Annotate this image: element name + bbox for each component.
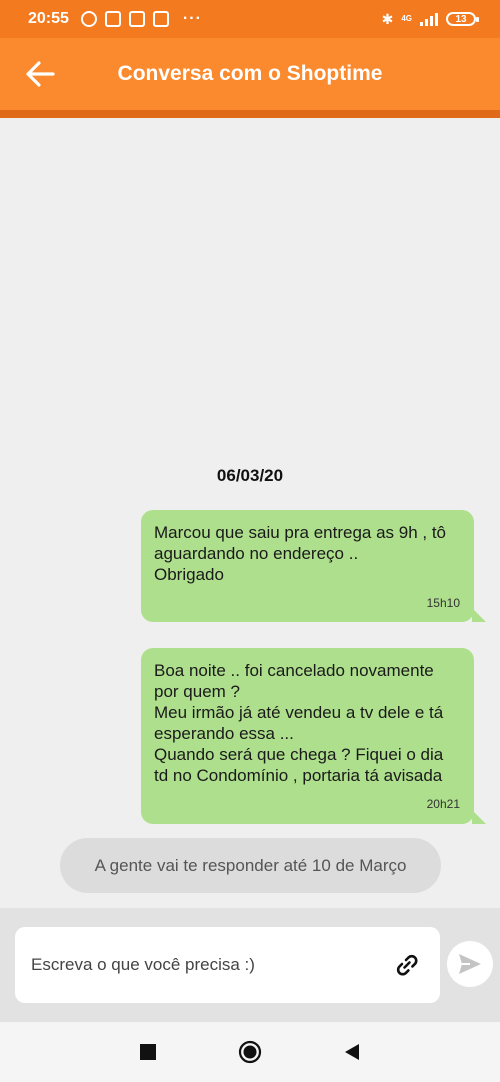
message-bubble[interactable]: Boa noite .. foi cancelado novamente por…: [141, 648, 486, 824]
response-deadline-note: A gente vai te responder até 10 de Março: [60, 838, 441, 893]
message-time: 20h21: [426, 797, 460, 811]
alarm-icon: [80, 11, 97, 27]
composer-bar: [0, 908, 500, 1022]
attach-button[interactable]: [392, 950, 422, 980]
back-button[interactable]: [22, 56, 58, 92]
message-time: 15h10: [426, 596, 460, 610]
more-notifications-icon: ···: [182, 10, 202, 27]
battery-icon: 13: [446, 12, 479, 26]
arrow-left-icon: [26, 61, 55, 87]
send-button[interactable]: [447, 941, 493, 987]
message-bubble[interactable]: Marcou que saiu pra entrega as 9h , tô a…: [141, 510, 486, 622]
message-icon: [152, 11, 169, 27]
back-nav-button[interactable]: [340, 1040, 364, 1064]
composer-box: [15, 927, 440, 1003]
square-icon: [140, 1044, 156, 1060]
circle-icon: [238, 1040, 262, 1064]
status-bar: 20:55 ··· ✱ 4G 13: [0, 0, 500, 38]
triangle-back-icon: [345, 1044, 359, 1060]
chat-area[interactable]: 06/03/20 Marcou que saiu pra entrega as …: [0, 118, 500, 908]
notes-icon: [104, 11, 121, 27]
system-nav-bar: [0, 1022, 500, 1082]
app-header: Conversa com o Shoptime: [0, 38, 500, 110]
battery-level: 13: [455, 13, 467, 25]
paperclip-icon: [396, 954, 418, 976]
amazon-icon: [128, 11, 145, 27]
header-divider: [0, 110, 500, 118]
message-text: Marcou que saiu pra entrega as 9h , tô a…: [154, 523, 447, 584]
home-button[interactable]: [238, 1040, 262, 1064]
message-text: Boa noite .. foi cancelado novamente por…: [154, 661, 444, 785]
send-icon: [459, 954, 481, 974]
network-type: 4G: [401, 14, 412, 23]
status-notification-icons: ···: [80, 10, 202, 28]
status-time: 20:55: [28, 10, 69, 27]
date-separator: 06/03/20: [216, 466, 284, 485]
signal-icon: [420, 12, 438, 26]
bluetooth-icon: ✱: [381, 10, 394, 27]
recents-button[interactable]: [136, 1040, 160, 1064]
message-input[interactable]: [31, 955, 392, 975]
page-title: Conversa com o Shoptime: [117, 62, 383, 85]
